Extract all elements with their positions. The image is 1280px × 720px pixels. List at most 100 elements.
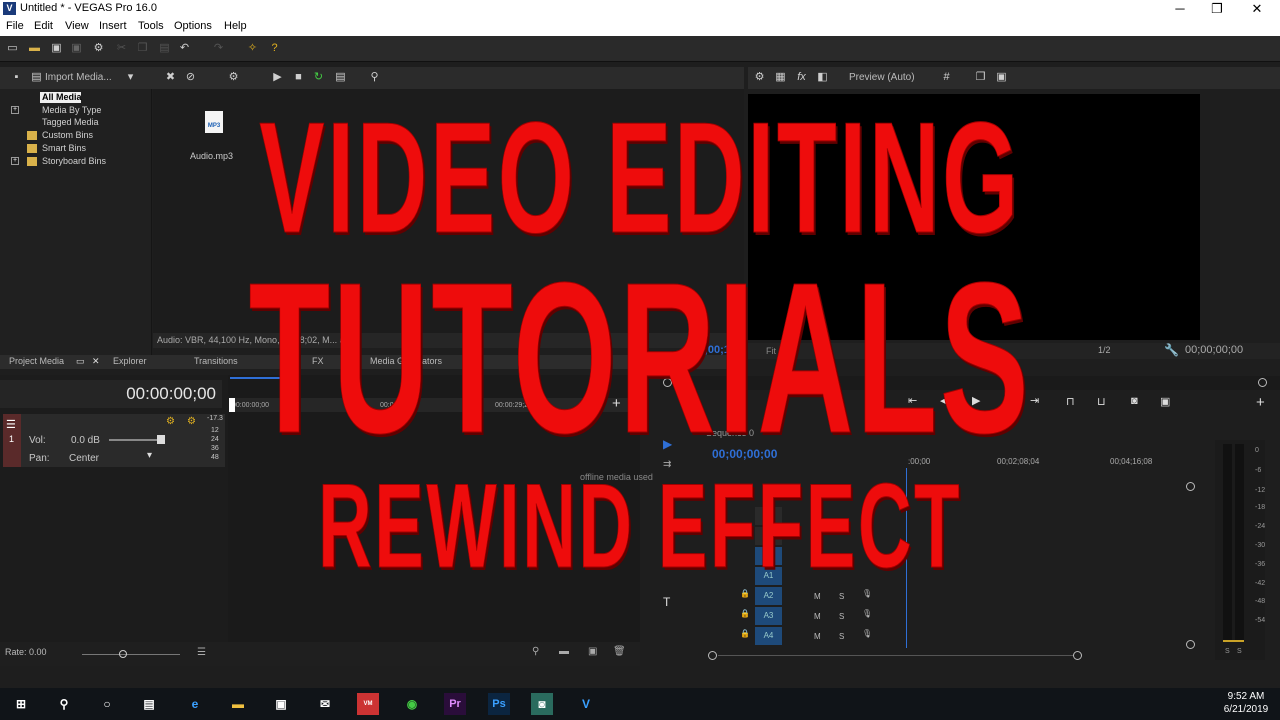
tab-explorer[interactable]: Explorer: [113, 356, 147, 366]
help-pointer-icon[interactable]: ?: [268, 42, 281, 55]
save-icon[interactable]: ▣: [50, 42, 63, 55]
volume-slider-handle[interactable]: [157, 435, 165, 444]
snap-icon[interactable]: ✧: [246, 42, 259, 55]
tab-pin-icon[interactable]: ▭: [76, 356, 85, 367]
mp3-file-icon[interactable]: MP3: [205, 111, 223, 133]
preview-quality-dropdown[interactable]: Preview (Auto): [849, 72, 915, 83]
clip-icon[interactable]: ▬: [559, 646, 569, 657]
lift-icon[interactable]: ⊓: [1066, 395, 1075, 408]
photoshop-icon[interactable]: Ps: [488, 693, 510, 715]
track-tag-a4[interactable]: A4: [755, 627, 782, 645]
views-icon[interactable]: ▤: [334, 71, 347, 84]
search-icon[interactable]: ⚲: [368, 71, 381, 84]
lock-icon[interactable]: 🔒: [740, 629, 750, 647]
menu-tools[interactable]: Tools: [138, 20, 164, 32]
mute-button[interactable]: M: [814, 612, 821, 630]
paste-icon[interactable]: ▤: [158, 42, 171, 55]
tree-tagged-media[interactable]: Tagged Media: [42, 117, 99, 129]
mute-button[interactable]: M: [814, 592, 821, 610]
tree-storyboard-bins[interactable]: Storyboard Bins: [42, 156, 106, 168]
rate-slider[interactable]: [82, 654, 180, 655]
add-button-icon[interactable]: +: [1256, 394, 1265, 411]
track-tag-a3[interactable]: A3: [755, 607, 782, 625]
track-menu-icon[interactable]: ☰: [6, 418, 16, 431]
save-as-icon[interactable]: ▣: [70, 42, 83, 55]
fx-track-icon[interactable]: ⚙: [166, 416, 175, 427]
vegas-taskbar-icon[interactable]: V: [575, 693, 597, 715]
import-media-icon[interactable]: ▤: [30, 71, 43, 84]
type-tool-icon[interactable]: T: [663, 595, 670, 609]
wrench-icon[interactable]: 🔧: [1164, 343, 1179, 357]
vscroll-handle-bottom[interactable]: [1186, 640, 1195, 649]
pin-icon[interactable]: ▪: [10, 71, 23, 84]
cortana-icon[interactable]: ○: [96, 693, 118, 715]
properties-gear-icon[interactable]: ⚙: [227, 71, 240, 84]
mute-icon[interactable]: ⚙: [187, 416, 196, 427]
lock-icon[interactable]: 🔒: [740, 609, 750, 627]
solo-button[interactable]: S: [839, 612, 844, 630]
windows-start-icon[interactable]: ⊞: [10, 693, 32, 715]
minimize-button[interactable]: ─: [1160, 0, 1200, 18]
menu-file[interactable]: File: [6, 20, 24, 32]
horizontal-zoom-bar[interactable]: [708, 651, 1188, 661]
menu-edit[interactable]: Edit: [34, 20, 53, 32]
store-icon[interactable]: ▣: [270, 693, 292, 715]
rate-slider-handle[interactable]: [119, 650, 127, 658]
premiere-icon[interactable]: Pr: [444, 693, 466, 715]
solo-right[interactable]: S: [1237, 648, 1242, 655]
menu-options[interactable]: Options: [174, 20, 212, 32]
zoom-icon[interactable]: ⚲: [532, 646, 539, 657]
expand-icon[interactable]: +: [11, 157, 19, 165]
play-icon[interactable]: ▶: [271, 71, 284, 84]
system-clock[interactable]: 9:52 AM 6/21/2019: [1218, 690, 1274, 718]
dropdown-arrow-icon[interactable]: ▾: [124, 71, 137, 84]
redo-icon[interactable]: ↷: [212, 42, 225, 55]
tree-custom-bins[interactable]: Custom Bins: [42, 130, 93, 142]
maximize-button[interactable]: ❐: [1197, 0, 1237, 18]
overlays-grid-icon[interactable]: #: [940, 71, 953, 84]
media-file-name[interactable]: Audio.mp3: [190, 151, 233, 161]
cut-icon[interactable]: ✂: [115, 42, 128, 55]
solo-button[interactable]: S: [839, 632, 844, 650]
microphone-icon[interactable]: 🎙: [862, 609, 872, 627]
bin-icon[interactable]: ▣: [588, 646, 597, 657]
volume-slider[interactable]: [109, 439, 159, 441]
camera-icon[interactable]: ◙: [1131, 395, 1138, 407]
undo-icon[interactable]: ↶: [178, 42, 191, 55]
menu-help[interactable]: Help: [224, 20, 247, 32]
compare-icon[interactable]: ▣: [1160, 395, 1170, 408]
autoplay-icon[interactable]: ↻: [312, 71, 325, 84]
edge-icon[interactable]: e: [184, 693, 206, 715]
app-icon[interactable]: ◙: [531, 693, 553, 715]
scroll-handle-right[interactable]: [1258, 378, 1267, 387]
tree-media-by-type[interactable]: Media By Type: [42, 105, 101, 117]
tree-all-media[interactable]: All Media: [42, 92, 82, 104]
new-file-icon[interactable]: ▭: [6, 42, 19, 55]
voicemeeter-icon[interactable]: VM: [357, 693, 379, 715]
remove-icon[interactable]: ⊘: [184, 71, 197, 84]
tab-transitions[interactable]: Transitions: [194, 356, 238, 366]
solo-button[interactable]: S: [839, 592, 844, 610]
trash-icon[interactable]: 🗑: [613, 646, 626, 657]
mail-icon[interactable]: ✉: [314, 693, 336, 715]
microphone-icon[interactable]: 🎙: [862, 629, 872, 647]
menu-view[interactable]: View: [65, 20, 89, 32]
open-folder-icon[interactable]: ▬: [28, 42, 41, 55]
capture-icon[interactable]: ✖: [164, 71, 177, 84]
stop-icon[interactable]: ■: [292, 71, 305, 84]
expand-icon[interactable]: +: [11, 106, 19, 114]
import-media-button[interactable]: Import Media...: [45, 72, 112, 83]
copy-snapshot-icon[interactable]: ❐: [974, 71, 987, 84]
playhead-marker[interactable]: [229, 398, 235, 412]
vscroll-handle-top[interactable]: [1186, 482, 1195, 491]
settings-gear-icon[interactable]: ⚙: [92, 42, 105, 55]
copy-icon[interactable]: ❐: [136, 42, 149, 55]
solo-left[interactable]: S: [1225, 648, 1230, 655]
close-button[interactable]: ✕: [1237, 0, 1277, 18]
preview-device-icon[interactable]: ▦: [774, 71, 787, 84]
fx-icon[interactable]: fx: [795, 71, 808, 84]
quality-dropdown[interactable]: 1/2: [1098, 345, 1111, 355]
save-snapshot-icon[interactable]: ▣: [995, 71, 1008, 84]
zoom-handle-right[interactable]: [1073, 651, 1082, 660]
tree-smart-bins[interactable]: Smart Bins: [42, 143, 86, 155]
